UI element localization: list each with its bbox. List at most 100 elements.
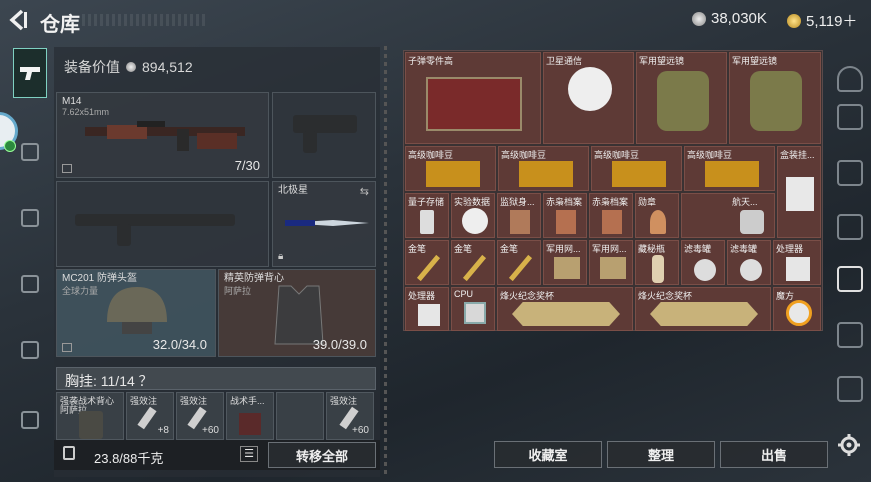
equipment-value: 装备价值 894,512 [64, 59, 193, 75]
storage-item[interactable]: 军用网... [543, 240, 587, 285]
assistant-status-dot [4, 140, 16, 152]
storage-item[interactable]: 烽火纪念奖杯 [635, 287, 771, 331]
item-name: 处理器 [776, 244, 804, 254]
storage-item[interactable]: 军用网... [589, 240, 633, 285]
rifle-icon [85, 121, 245, 151]
item-name: 烽火纪念奖杯 [500, 291, 555, 301]
storage-item[interactable]: 量子存储 [405, 193, 449, 238]
chest-slot[interactable]: 强袭战术背心 阿萨拉 [56, 392, 124, 440]
pistol-grip-shape [303, 131, 317, 153]
lock-icon: 🔒︎ [278, 251, 284, 262]
storage-item[interactable]: 勋章 [635, 193, 679, 238]
storage-item[interactable]: 金笔 [497, 240, 541, 285]
filter-collectibles-icon[interactable] [837, 322, 863, 348]
panel-divider [384, 46, 387, 478]
vault-button[interactable]: 收藏室 [494, 441, 602, 468]
filter-canister-icon [740, 259, 762, 281]
storage-item[interactable]: 卫星通信 [543, 52, 634, 144]
tab-armor[interactable] [13, 132, 47, 172]
sell-button[interactable]: 出售 [720, 441, 828, 468]
storage-grid: 子弹零件高 卫星通信 军用望远镜 军用望远镜 高级咖啡豆 高级咖啡豆 高级咖啡豆… [403, 50, 823, 331]
swap-icon[interactable]: ⇆ [360, 185, 369, 198]
satellite-dish-icon [568, 67, 612, 111]
transfer-all-button[interactable]: 转移全部 [268, 442, 376, 468]
filter-valuables-icon[interactable] [837, 376, 863, 402]
storage-item[interactable]: 藏秘瓶 [635, 240, 679, 285]
storage-item[interactable]: 金笔 [405, 240, 449, 285]
filter-medical-icon[interactable] [837, 160, 863, 186]
storage-item[interactable]: 高级咖啡豆 [684, 146, 775, 191]
pistol-icon [20, 67, 40, 80]
aerospace-item-icon [740, 210, 764, 234]
list-icon[interactable]: ☰ [240, 446, 258, 462]
chest-slot[interactable]: 战术手... [226, 392, 274, 440]
secondary-weapon-slot[interactable] [56, 181, 269, 267]
storage-item[interactable]: 实验数据 [451, 193, 495, 238]
chest-slot-empty[interactable] [276, 392, 324, 440]
gold-pen-icon [508, 254, 533, 282]
filter-helmet-icon[interactable] [837, 66, 863, 92]
storage-item[interactable]: 子弹零件高 [405, 52, 541, 144]
storage-item[interactable]: 滤毒罐 [681, 240, 725, 285]
primary-weapon-slot[interactable]: M14 7.62x51mm 7/30 [56, 92, 269, 178]
tab-ammo[interactable] [13, 264, 47, 304]
storage-item[interactable]: 高级咖啡豆 [405, 146, 496, 191]
tab-medical[interactable] [13, 330, 47, 370]
item-name: 藏秘瓶 [638, 244, 666, 254]
storage-item[interactable]: 高级咖啡豆 [591, 146, 682, 191]
chest-slot[interactable]: 强效注 +60 [326, 392, 374, 440]
storage-item[interactable]: 赤枭档案 [543, 193, 587, 238]
storage-item[interactable]: 高级咖啡豆 [498, 146, 589, 191]
storage-item[interactable]: 赤枭档案 [589, 193, 633, 238]
tab-containers[interactable] [13, 400, 47, 440]
storage-item[interactable]: 金笔 [451, 240, 495, 285]
item-name: 高级咖啡豆 [408, 150, 454, 160]
back-arrow-icon[interactable] [8, 9, 28, 31]
backpack-lock-icon[interactable] [63, 446, 75, 460]
tab-weapons[interactable] [13, 48, 47, 98]
storage-item[interactable]: 军用望远镜 [729, 52, 821, 144]
item-name: 金笔 [500, 244, 519, 254]
file-folder-icon [602, 210, 622, 234]
storage-item[interactable]: CPU [451, 287, 495, 331]
item-name: 实验数据 [454, 197, 491, 207]
chest-slot[interactable]: 强效注 +8 [126, 392, 174, 440]
filter-electronics-icon[interactable] [837, 104, 863, 130]
chest-slot[interactable]: 强效注 +60 [176, 392, 224, 440]
coffee-beans-icon [426, 161, 480, 187]
sidearm-slot[interactable] [272, 92, 376, 178]
vest-icon [21, 143, 39, 161]
helmet-slot[interactable]: MC201 防弹头盔 全球力量 32.0/34.0 [56, 269, 216, 357]
gold-currency[interactable]: 5,119＋ [787, 10, 857, 31]
storage-item[interactable]: 处理器 [405, 287, 449, 331]
filter-tools-icon[interactable] [837, 214, 863, 240]
coffee-beans-icon [612, 161, 666, 187]
item-name: 赤枭档案 [546, 197, 583, 207]
item-name: 金笔 [408, 244, 427, 254]
tab-helmet[interactable] [13, 198, 47, 238]
military-net-icon [600, 257, 626, 279]
sort-button[interactable]: 整理 [607, 441, 715, 468]
storage-item[interactable]: 滤毒罐 [727, 240, 771, 285]
storage-item[interactable]: 处理器 [773, 240, 821, 285]
top-bar: 仓库 38,030K 5,119＋ [0, 0, 871, 40]
storage-item[interactable]: 军用望远镜 [636, 52, 727, 144]
item-name: 子弹零件高 [408, 56, 454, 66]
settings-gear-icon[interactable] [838, 434, 860, 456]
storage-item[interactable]: 盒装挂... [777, 146, 821, 238]
syringe-icon [137, 406, 157, 430]
filter-electronics-active-icon[interactable] [837, 266, 863, 292]
storage-item[interactable]: 监狱身... [497, 193, 541, 238]
armor-slot[interactable]: 精英防弹背心 阿萨拉 39.0/39.0 [218, 269, 376, 357]
usb-drive-icon [420, 210, 434, 234]
filter-canister-icon [694, 259, 716, 281]
storage-item[interactable]: 航天... [681, 193, 775, 238]
processor-icon [786, 257, 810, 281]
storage-item[interactable]: 烽火纪念奖杯 [497, 287, 633, 331]
coffee-beans-icon [519, 161, 573, 187]
storage-item[interactable]: 魔方 [773, 287, 821, 331]
melee-slot[interactable]: 北极星 ⇆ 🔒︎ [272, 181, 376, 267]
item-name: 烽火纪念奖杯 [638, 291, 693, 301]
item-name: 高级咖啡豆 [501, 150, 547, 160]
page-title: 仓库 [40, 14, 80, 36]
